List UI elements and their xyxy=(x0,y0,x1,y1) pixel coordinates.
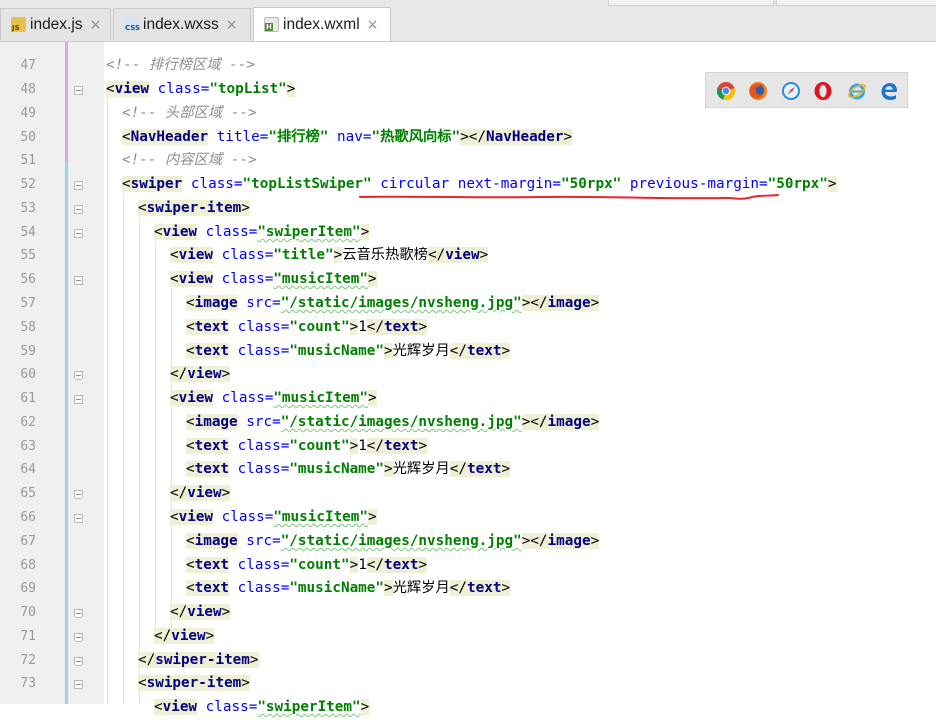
tab-label: index.wxss xyxy=(143,15,219,33)
vcs-change-marker xyxy=(65,162,68,704)
code-line: <view class="musicItem"> xyxy=(170,390,377,406)
line-number: 73 xyxy=(20,676,36,691)
code-line: <text class="count">1</text> xyxy=(186,438,428,454)
line-number: 70 xyxy=(20,605,36,620)
fold-toggle-icon[interactable] xyxy=(74,181,83,190)
chrome-icon[interactable] xyxy=(716,81,736,101)
indent-guide xyxy=(171,288,172,628)
html-file-icon: H xyxy=(264,17,279,32)
fold-toggle-icon[interactable] xyxy=(74,229,83,238)
fold-toggle-icon[interactable] xyxy=(74,657,83,666)
code-line: </swiper-item> xyxy=(138,652,259,668)
tab-label: index.js xyxy=(30,15,83,33)
fold-toggle-icon[interactable] xyxy=(74,609,83,618)
code-line: </view> xyxy=(170,604,231,620)
fold-toggle-icon[interactable] xyxy=(74,395,83,404)
fold-toggle-icon[interactable] xyxy=(74,371,83,380)
close-icon[interactable]: × xyxy=(90,17,102,33)
code-line: <image src="/static/images/nvsheng.jpg">… xyxy=(186,295,600,311)
line-number: 51 xyxy=(20,153,36,168)
line-number: 53 xyxy=(20,201,36,216)
tab-index-js[interactable]: JS index.js × xyxy=(0,8,111,40)
browser-preview-bar xyxy=(705,72,908,108)
code-line: </view> xyxy=(154,628,215,644)
code-line: </view> xyxy=(170,366,231,382)
line-number: 72 xyxy=(20,653,36,668)
close-icon[interactable]: × xyxy=(367,17,379,33)
indent-guide xyxy=(107,98,108,704)
indent-guide xyxy=(123,193,124,704)
line-number: 48 xyxy=(20,82,36,97)
code-line: <text class="count">1</text> xyxy=(186,319,428,335)
line-number: 60 xyxy=(20,367,36,382)
opera-icon[interactable] xyxy=(813,81,833,101)
line-number: 52 xyxy=(20,177,36,192)
code-line: <swiper-item> xyxy=(138,200,250,216)
code-line: <text class="count">1</text> xyxy=(186,557,428,573)
code-line: <text class="musicName">光辉岁月</text> xyxy=(186,461,511,477)
code-line: <view class="swiperItem"> xyxy=(154,224,370,240)
css-file-icon: CSS xyxy=(124,17,140,32)
code-line: <text class="musicName">光辉岁月</text> xyxy=(186,343,511,359)
code-line: <image src="/static/images/nvsheng.jpg">… xyxy=(186,533,600,549)
line-number: 65 xyxy=(20,486,36,501)
code-line: <!-- 头部区域 --> xyxy=(122,105,257,121)
line-number: 66 xyxy=(20,510,36,525)
line-number: 64 xyxy=(20,462,36,477)
editor-gutter: 47 48 49 50 51 52 53 54 55 56 57 58 59 6… xyxy=(0,42,104,704)
fold-toggle-icon[interactable] xyxy=(74,205,83,214)
safari-icon[interactable] xyxy=(781,81,801,101)
code-line: <image src="/static/images/nvsheng.jpg">… xyxy=(186,414,600,430)
code-line: <!-- 内容区域 --> xyxy=(122,152,257,168)
tab-bar-stub xyxy=(776,0,936,6)
code-editor[interactable]: <!-- 排行榜区域 --> <view class="topList"> <!… xyxy=(104,42,936,715)
fold-toggle-icon[interactable] xyxy=(74,633,83,642)
tab-index-wxml[interactable]: H index.wxml × xyxy=(253,7,391,41)
line-number: 62 xyxy=(20,415,36,430)
line-number: 56 xyxy=(20,272,36,287)
code-line: <view class="swiperItem"> xyxy=(154,699,370,715)
code-line: <text class="musicName">光辉岁月</text> xyxy=(186,580,511,596)
tab-bar-stub xyxy=(608,0,774,6)
code-line: <swiper-item> xyxy=(138,675,250,691)
line-number: 68 xyxy=(20,558,36,573)
code-line: <NavHeader title="排行榜" nav="热歌风向标"></Nav… xyxy=(122,129,573,145)
line-number: 67 xyxy=(20,534,36,549)
close-icon[interactable]: × xyxy=(226,17,238,33)
firefox-icon[interactable] xyxy=(748,81,768,101)
line-number: 58 xyxy=(20,320,36,335)
line-number: 61 xyxy=(20,391,36,406)
indent-guide xyxy=(155,241,156,641)
line-number: 71 xyxy=(20,629,36,644)
code-line: <view class="title">云音乐热歌榜</view> xyxy=(170,247,489,263)
line-number: 57 xyxy=(20,296,36,311)
js-file-icon: JS xyxy=(11,17,26,32)
edge-icon[interactable] xyxy=(879,81,899,101)
vcs-change-marker xyxy=(65,42,68,162)
code-line: <view class="topList"> xyxy=(106,81,296,97)
tab-label: index.wxml xyxy=(283,15,360,33)
line-number: 55 xyxy=(20,248,36,263)
code-line: <view class="musicItem"> xyxy=(170,271,377,287)
indent-guide xyxy=(139,217,140,704)
line-number: 63 xyxy=(20,439,36,454)
code-line: </view> xyxy=(170,485,231,501)
code-line: <!-- 排行榜区域 --> xyxy=(106,57,255,73)
fold-toggle-icon[interactable] xyxy=(74,514,83,523)
code-line: <view class="musicItem"> xyxy=(170,509,377,525)
fold-toggle-icon[interactable] xyxy=(74,490,83,499)
code-line: <swiper class="topListSwiper" circular n… xyxy=(122,176,837,192)
line-number: 59 xyxy=(20,344,36,359)
ie-icon[interactable] xyxy=(847,81,867,101)
line-number: 49 xyxy=(20,106,36,121)
line-number: 69 xyxy=(20,581,36,596)
line-number: 50 xyxy=(20,130,36,145)
line-number: 54 xyxy=(20,225,36,240)
tab-index-wxss[interactable]: CSS index.wxss × xyxy=(113,8,251,40)
line-number: 47 xyxy=(20,58,36,73)
editor-tab-bar: JS index.js × CSS index.wxss × H index.w… xyxy=(0,0,936,42)
fold-toggle-icon[interactable] xyxy=(74,276,83,285)
fold-toggle-icon[interactable] xyxy=(74,680,83,689)
fold-toggle-icon[interactable] xyxy=(74,86,83,95)
